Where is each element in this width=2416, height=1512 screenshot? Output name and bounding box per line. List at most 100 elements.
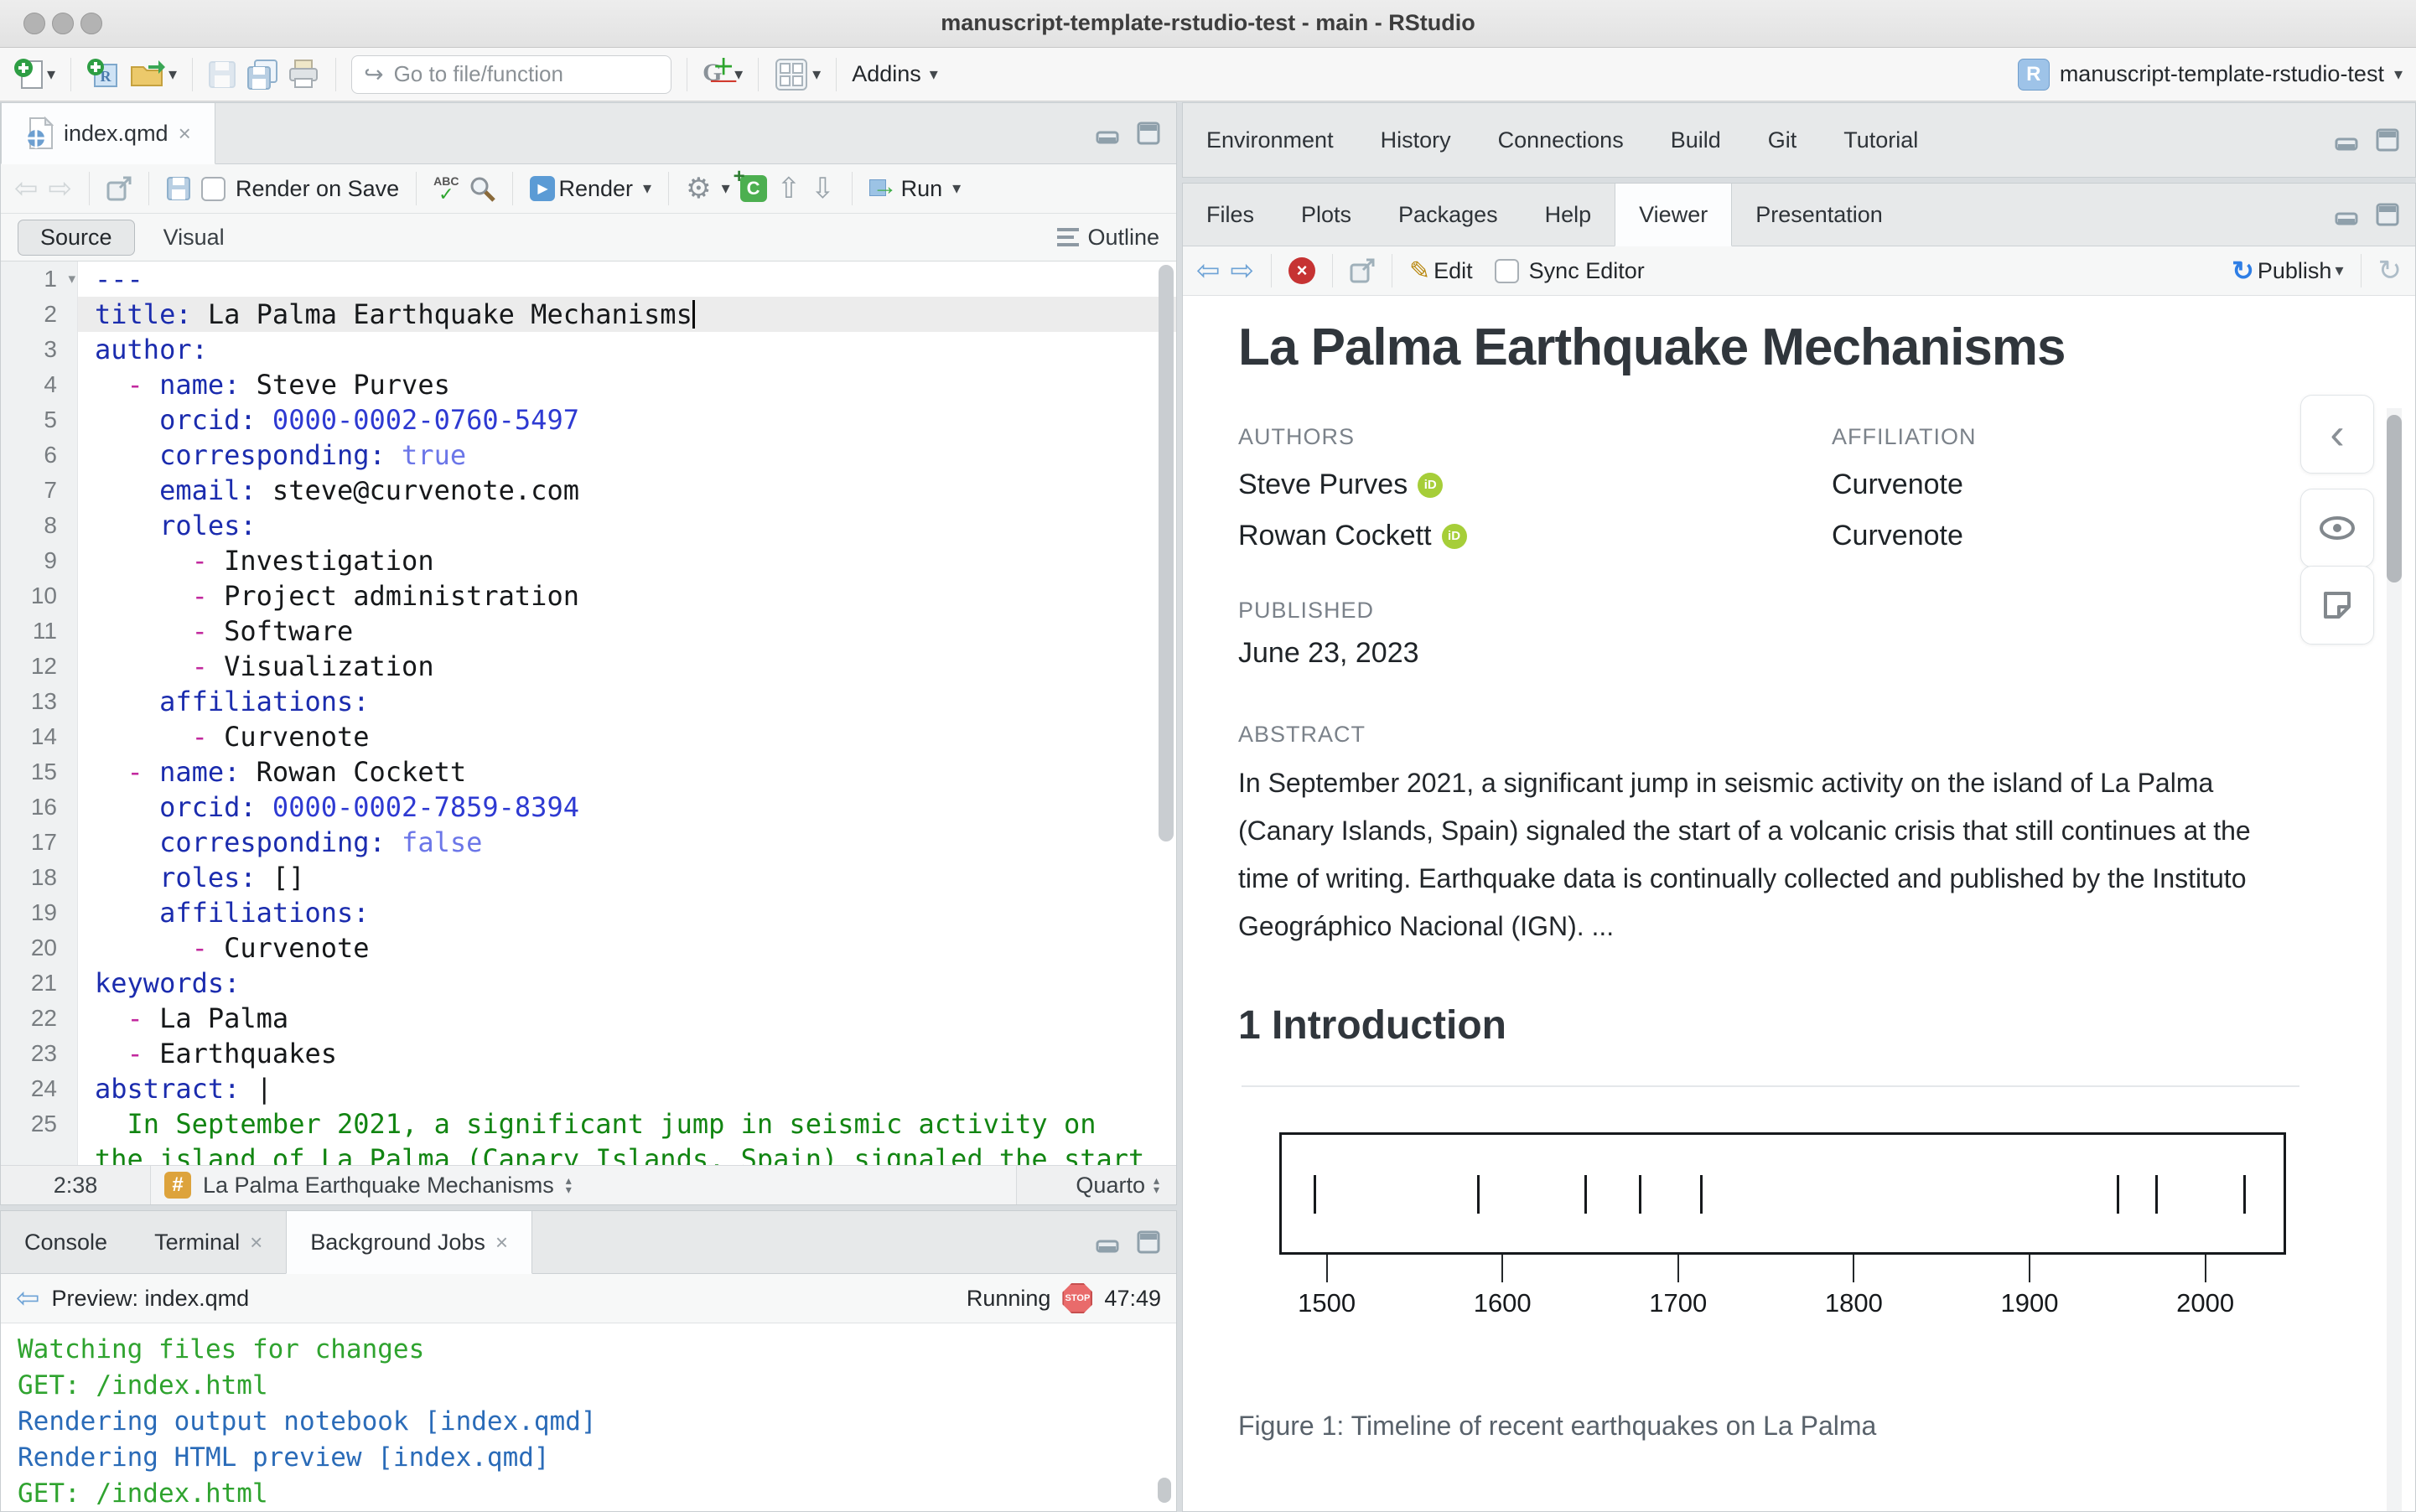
code-editor[interactable]: 1▾---2title: La Palma Earthquake Mechani… [1,261,1176,1165]
tab-background-jobs[interactable]: Background Jobs× [286,1211,532,1274]
event-tick [1584,1175,1587,1214]
tab-presentation[interactable]: Presentation [1732,184,1906,246]
console-scrollbar-thumb[interactable] [1158,1478,1171,1503]
editor-scrollbar-thumb[interactable] [1159,265,1174,841]
console-output[interactable]: Watching files for changesGET: /index.ht… [1,1323,1176,1511]
orcid-icon[interactable]: iD [1442,524,1467,549]
tab-packages[interactable]: Packages [1375,184,1522,246]
tab-tutorial[interactable]: Tutorial [1820,103,1942,177]
tab-plots[interactable]: Plots [1278,184,1375,246]
axis-tick-label: 1700 [1620,1288,1737,1318]
close-tab-icon[interactable]: × [179,121,191,147]
tab-label: Tutorial [1843,127,1918,153]
restore-pane-icon[interactable] [2335,129,2360,151]
code-line: 4 - name: Steve Purves [1,367,1176,402]
code-line: the island of La Palma (Canary Islands, … [1,1142,1176,1165]
collapse-margin-button[interactable]: ‹ [2300,395,2374,474]
section-selector[interactable]: # La Palma Earthquake Mechanisms ▴▾ [150,1166,1017,1204]
print-button[interactable] [287,59,320,91]
save-all-button[interactable] [245,59,278,91]
maximize-pane-icon[interactable] [1136,121,1161,146]
go-next-section-icon[interactable]: ⇩ [811,172,835,205]
tab-terminal[interactable]: Terminal× [131,1211,286,1273]
code-line: 9 - Investigation [1,543,1176,578]
code-text: abstract: | [78,1071,1176,1106]
render-settings-gear-icon[interactable]: ⚙ [686,172,711,205]
run-button[interactable]: → Run [869,176,943,202]
addins-button[interactable]: Addins ▾ [852,61,938,87]
save-button[interactable] [208,60,236,89]
code-text: - Project administration [78,578,1176,614]
code-text: --- [78,261,1176,297]
git-menu-button[interactable]: G＋— ▾ [703,59,743,91]
code-line: 20 - Curvenote [1,930,1176,966]
annotation-button[interactable] [2300,566,2374,645]
source-mode-button[interactable]: Source [18,220,135,256]
fold-caret-icon[interactable]: ▾ [68,261,75,297]
tab-index-qmd[interactable]: index.qmd × [1,103,215,164]
minimize-pane-icon[interactable] [1096,1231,1121,1253]
tab-environment[interactable]: Environment [1183,103,1357,177]
tab-help[interactable]: Help [1522,184,1615,246]
tab-label: Git [1768,127,1797,153]
clear-viewer-icon[interactable]: × [1288,257,1315,284]
viewer-popout-icon[interactable] [1350,258,1375,283]
tab-git[interactable]: Git [1745,103,1821,177]
find-replace-icon[interactable] [469,175,495,202]
filetype-selector[interactable]: Quarto ▴▾ [1017,1173,1176,1199]
visibility-button[interactable] [2300,489,2374,567]
toolbar-separator [836,58,837,91]
tab-connections[interactable]: Connections [1475,103,1647,177]
maximize-pane-icon[interactable] [2375,202,2400,227]
popout-window-icon[interactable] [106,176,132,201]
render-caret-icon[interactable]: ▾ [643,180,651,197]
spellcheck-icon[interactable]: ABC✓ [433,175,459,202]
tab-label: Build [1671,127,1721,153]
tab-console[interactable]: Console [1,1211,131,1273]
minimize-pane-icon[interactable] [2335,204,2360,225]
viewer-forward-icon[interactable]: ⇨ [1231,254,1255,287]
tab-label: Presentation [1755,202,1883,228]
viewer-scrollbar-thumb[interactable] [2387,415,2402,583]
orcid-icon[interactable]: iD [1418,473,1443,498]
line-number: 18 [1,860,78,895]
line-number: 5 [1,402,78,438]
job-back-icon[interactable]: ⇦ [16,1282,40,1315]
viewer-refresh-icon[interactable]: ↻ [2378,254,2403,287]
tab-label: Plots [1301,202,1351,228]
nav-back-icon[interactable]: ⇦ [14,172,39,205]
render-on-save-checkbox[interactable] [201,177,226,201]
render-button[interactable]: ▶ Render [530,176,633,202]
outline-button[interactable]: Outline [1057,225,1159,251]
go-previous-section-icon[interactable]: ⇧ [777,172,801,205]
tab-viewer[interactable]: Viewer [1615,184,1732,246]
save-doc-icon[interactable] [166,176,191,201]
run-caret-icon[interactable]: ▾ [952,180,961,197]
open-file-button[interactable]: ▾ [128,59,177,91]
close-tab-icon[interactable]: × [495,1230,508,1256]
tab-history[interactable]: History [1357,103,1475,177]
panes-layout-button[interactable]: ▾ [774,57,821,92]
maximize-pane-icon[interactable] [2375,127,2400,153]
stop-job-icon[interactable]: STOP [1062,1283,1092,1313]
tab-build[interactable]: Build [1647,103,1745,177]
new-file-button[interactable]: ▾ [13,58,55,91]
insert-chunk-icon[interactable]: C [740,175,767,202]
nav-forward-icon[interactable]: ⇨ [49,172,73,205]
sync-editor-checkbox[interactable] [1495,259,1519,283]
editor-statusbar: 2:38 # La Palma Earthquake Mechanisms ▴▾… [1,1165,1176,1204]
goto-file-function-input[interactable]: ↪ Go to file/function [351,55,671,94]
project-menu-button[interactable]: R manuscript-template-rstudio-test ▾ [2018,59,2403,91]
rendered-document: La Palma Earthquake Mechanisms AUTHORS A… [1238,296,2303,1442]
maximize-pane-icon[interactable] [1136,1230,1161,1255]
publish-button[interactable]: ↻ Publish ▾ [2232,255,2343,287]
edit-button[interactable]: ✎ Edit [1409,256,1473,286]
tab-files[interactable]: Files [1183,184,1278,246]
gear-caret-icon[interactable]: ▾ [722,180,730,197]
new-project-button[interactable]: R [86,58,120,91]
publish-caret-icon: ▾ [2335,262,2343,279]
minimize-pane-icon[interactable] [1096,122,1121,144]
visual-mode-button[interactable]: Visual [142,220,246,255]
close-tab-icon[interactable]: × [250,1230,262,1256]
viewer-back-icon[interactable]: ⇦ [1196,254,1221,287]
